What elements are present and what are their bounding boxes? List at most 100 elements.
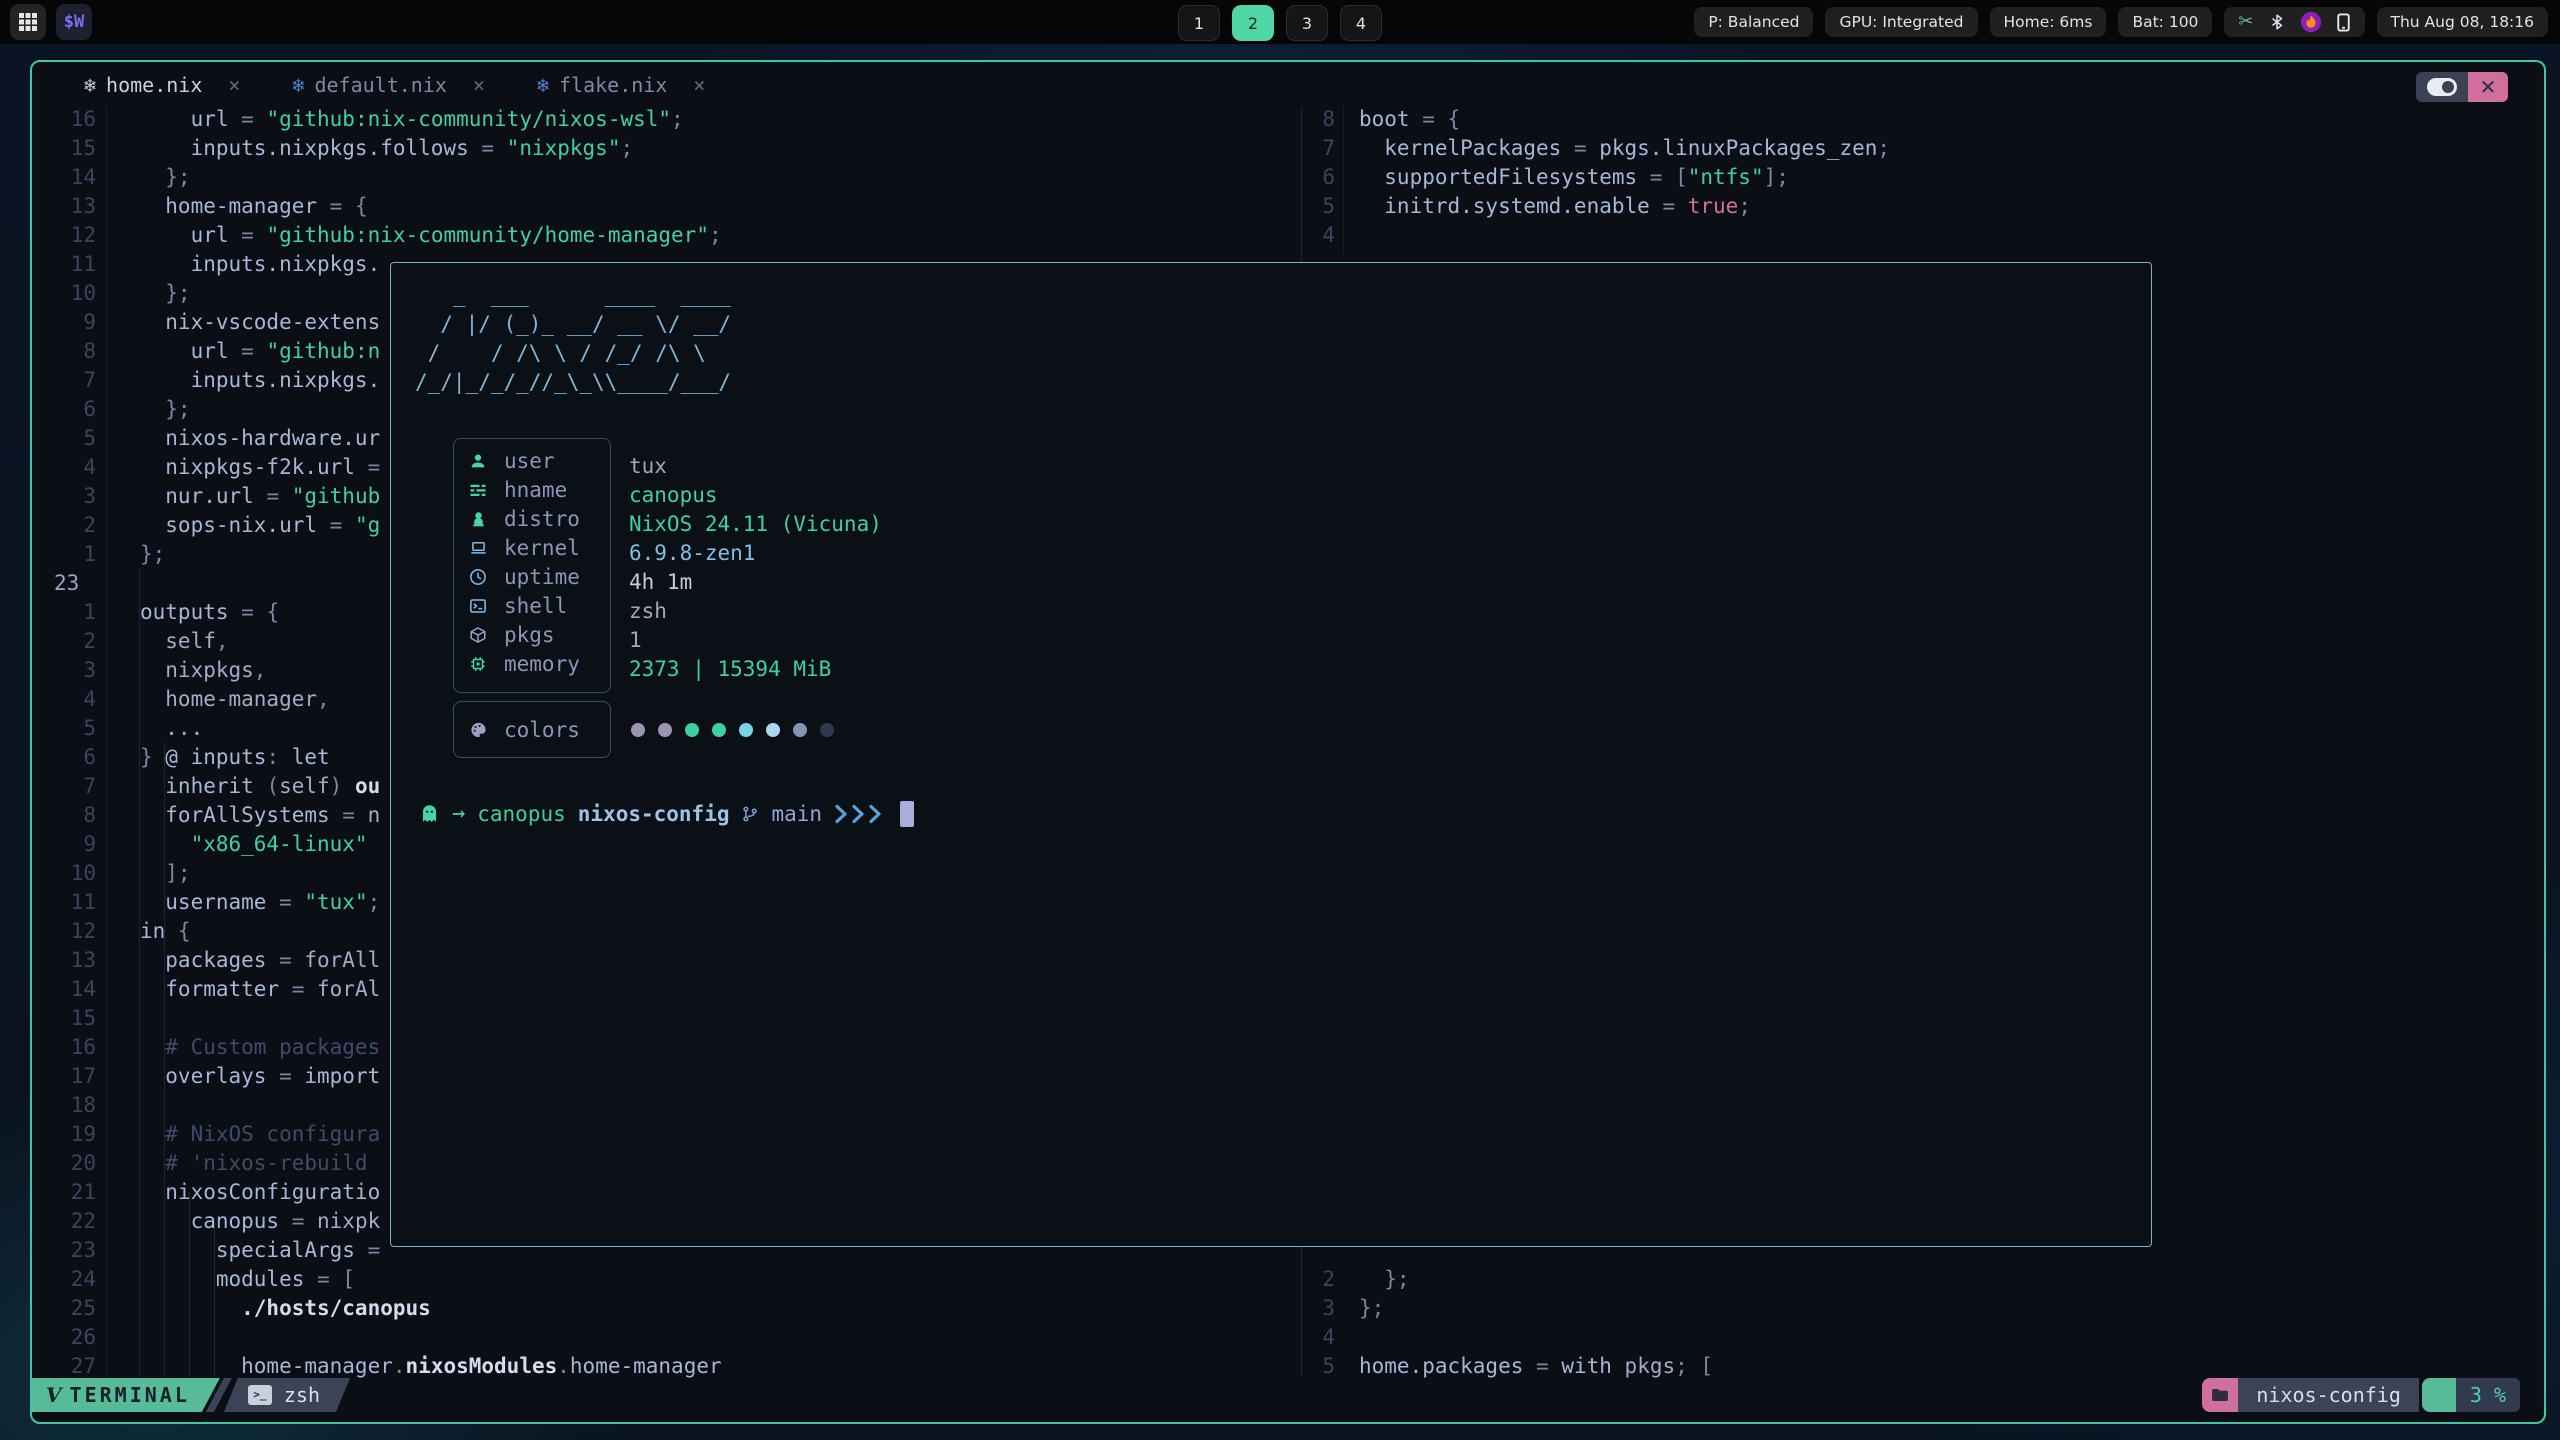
tab-flake-nix[interactable]: ❄ flake.nix × [511, 62, 731, 108]
git-branch-icon [741, 804, 759, 824]
bluetooth-icon[interactable] [2268, 13, 2286, 31]
code-line: 5home.packages = with pkgs; [ [1301, 1352, 2541, 1381]
shell-prompt[interactable]: → canopus nixos-config main [419, 799, 914, 828]
power-profile-pill: P: Balanced [1694, 7, 1813, 37]
folder-segment [2202, 1378, 2238, 1412]
editor-window: ❄ home.nix × ❄ default.nix × ❄ flake.nix… [30, 60, 2546, 1424]
tab-home-nix[interactable]: ❄ home.nix × [58, 62, 266, 108]
packages-icon [467, 626, 489, 644]
prompt-arrow: → [452, 801, 465, 826]
terminal-cursor [900, 801, 914, 827]
uptime-icon [467, 568, 489, 586]
lines-segment [2422, 1378, 2456, 1412]
code-pane-right-bottom[interactable]: 2 };3};45home.packages = with pkgs; [ [1301, 1265, 2541, 1381]
toggle-knob-icon [2427, 78, 2457, 96]
palette-dot [712, 723, 726, 737]
system-tray: ✂ [2224, 7, 2364, 37]
fetch-row: user [454, 446, 610, 475]
workspace-switcher: 1 2 3 4 [1178, 5, 1382, 41]
palette-icon [467, 721, 489, 739]
memory-icon [467, 655, 489, 673]
code-line: 3}; [1301, 1294, 2541, 1323]
hostname-icon [467, 481, 489, 499]
topbar-left-group: $W [10, 4, 92, 40]
fetch-row: hname [454, 475, 610, 504]
code-pane-right-top[interactable]: 8boot = {7 kernelPackages = pkgs.linuxPa… [1301, 105, 2541, 250]
phone-icon[interactable] [2336, 13, 2351, 32]
palette-dot [685, 723, 699, 737]
code-line: 14 }; [32, 163, 1301, 192]
gpu-pill: GPU: Integrated [1825, 7, 1977, 37]
code-line: 16 url = "github:nix-community/nixos-wsl… [32, 105, 1301, 134]
nix-snowflake-icon: ❄ [292, 73, 304, 97]
code-line: 12 url = "github:nix-community/home-mana… [32, 221, 1301, 250]
mode-segment: V TERMINAL [32, 1378, 220, 1412]
fetch-row: uptime [454, 562, 610, 591]
code-line: 6 supportedFilesystems = ["ntfs"]; [1301, 163, 2541, 192]
workspace-2-active[interactable]: 2 [1232, 5, 1274, 41]
battery-pill: Bat: 100 [2118, 7, 2212, 37]
palette-dot [739, 723, 753, 737]
shell-segment: >_ zsh [224, 1378, 350, 1412]
fetch-values: tux canopus NixOS 24.11 (Vicuna) 6.9.8-z… [629, 452, 882, 684]
code-line: 2 }; [1301, 1265, 2541, 1294]
code-line: 13 home-manager = { [32, 192, 1301, 221]
apps-grid-icon [18, 12, 38, 32]
code-line: 27 home-manager.nixosModules.home-manage… [32, 1352, 1301, 1381]
folder-icon [2211, 1387, 2229, 1403]
scissors-icon[interactable]: ✂ [2238, 7, 2253, 37]
fetch-info-box: user hname distro kernel uptime [453, 438, 611, 693]
prompt-branch: main [771, 802, 822, 826]
wm-logo-button[interactable]: $W [56, 4, 92, 40]
tab-close-icon[interactable]: × [228, 73, 240, 97]
fetch-row: kernel [454, 533, 610, 562]
statusline-right: nixos-config 3 % [2202, 1378, 2520, 1412]
palette-dot [658, 723, 672, 737]
cwd-segment: nixos-config [2238, 1378, 2419, 1412]
palette-dot [820, 723, 834, 737]
tab-default-nix[interactable]: ❄ default.nix × [266, 62, 511, 108]
code-line: 26 [32, 1323, 1301, 1352]
code-line: 15 inputs.nixpkgs.follows = "nixpkgs"; [32, 134, 1301, 163]
window-close-button[interactable]: ✕ [2468, 72, 2508, 102]
workspace-4[interactable]: 4 [1340, 5, 1382, 41]
code-line: 25 ./hosts/canopus [32, 1294, 1301, 1323]
toggle-switch[interactable] [2416, 72, 2468, 102]
flame-icon[interactable] [2300, 11, 2322, 33]
fetch-row: distro [454, 504, 610, 533]
code-line: 8boot = { [1301, 105, 2541, 134]
workspace-3[interactable]: 3 [1286, 5, 1328, 41]
editor-tab-bar: ❄ home.nix × ❄ default.nix × ❄ flake.nix… [58, 62, 731, 108]
fetch-row: shell [454, 591, 610, 620]
color-palette-dots [631, 723, 834, 737]
fetch-row: pkgs [454, 620, 610, 649]
code-line: 4 [1301, 221, 2541, 250]
kernel-icon [467, 539, 489, 557]
fetch-row: memory [454, 649, 610, 678]
code-line: 4 [1301, 1323, 2541, 1352]
prompt-host: canopus [477, 802, 566, 826]
nix-snowflake-icon: ❄ [84, 73, 96, 97]
wm-logo-text: $W [64, 12, 84, 32]
tab-close-icon[interactable]: × [473, 73, 485, 97]
code-line: 7 kernelPackages = pkgs.linuxPackages_ze… [1301, 134, 2541, 163]
nixos-ascii-logo: _ ___ ____ ____ / |/ (_)_ __/ __ \/ __/ … [415, 281, 731, 397]
close-icon: ✕ [2480, 75, 2497, 99]
nix-snowflake-icon: ❄ [537, 73, 549, 97]
ghost-icon [419, 803, 440, 824]
workspace-1[interactable]: 1 [1178, 5, 1220, 41]
shell-icon [467, 597, 489, 615]
vim-icon: V [46, 1378, 62, 1412]
tab-close-icon[interactable]: × [693, 73, 705, 97]
topbar-right-group: P: Balanced GPU: Integrated Home: 6ms Ba… [1694, 7, 2548, 37]
floating-terminal-window[interactable]: _ ___ ____ ____ / |/ (_)_ __/ __ \/ __/ … [390, 262, 2152, 1247]
code-line: 5 initrd.systemd.enable = true; [1301, 192, 2541, 221]
statusline-left: V TERMINAL >_ zsh [32, 1378, 350, 1412]
user-icon [467, 452, 489, 470]
ping-pill: Home: 6ms [1990, 7, 2107, 37]
palette-dot [631, 723, 645, 737]
palette-dot [793, 723, 807, 737]
app-launcher-button[interactable] [10, 4, 46, 40]
terminal-icon: >_ [248, 1385, 272, 1405]
scroll-percent: 3 % [2456, 1378, 2520, 1412]
